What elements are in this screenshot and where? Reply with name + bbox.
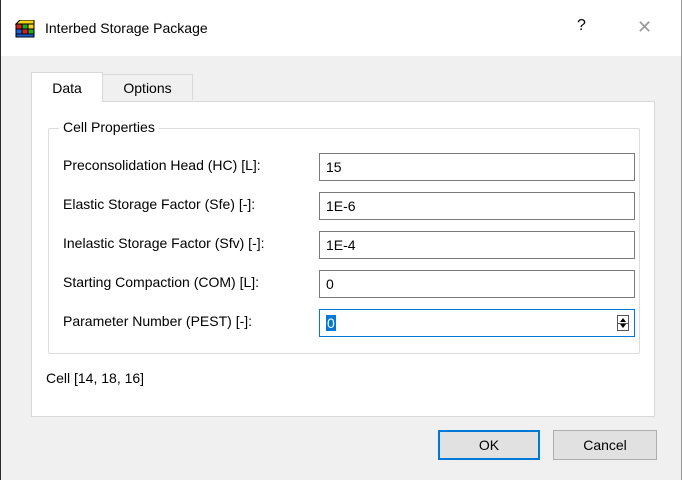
inelastic-storage-factor-value: 1E-4 <box>326 237 356 253</box>
elastic-storage-factor-value: 1E-6 <box>326 198 356 214</box>
elastic-storage-factor-label: Elastic Storage Factor (Sfe) [-]: <box>63 196 256 212</box>
close-button[interactable]: ✕ <box>637 17 652 38</box>
cancel-button[interactable]: Cancel <box>553 430 657 460</box>
starting-compaction-label: Starting Compaction (COM) [L]: <box>63 274 260 290</box>
preconsolidation-head-value: 15 <box>326 159 342 175</box>
window-title: Interbed Storage Package <box>45 20 208 36</box>
help-button[interactable]: ? <box>577 17 586 35</box>
parameter-number-label: Parameter Number (PEST) [-]: <box>63 313 253 329</box>
elastic-storage-factor-input[interactable]: 1E-6 <box>319 192 635 220</box>
stepper-spin-control[interactable] <box>617 315 629 331</box>
cell-location-label: Cell [14, 18, 16] <box>46 370 145 386</box>
inelastic-storage-factor-input[interactable]: 1E-4 <box>319 231 635 259</box>
title-bar[interactable]: Interbed Storage Package ? ✕ <box>1 0 681 56</box>
cell-properties-group: Cell Properties Preconsolidation Head (H… <box>48 119 640 354</box>
ok-button[interactable]: OK <box>438 430 540 460</box>
dialog-window: Interbed Storage Package ? ✕ Data Option… <box>0 0 682 480</box>
tab-options[interactable]: Options <box>103 74 193 100</box>
tab-data[interactable]: Data <box>31 72 103 102</box>
parameter-number-stepper[interactable]: 0 <box>319 309 635 337</box>
preconsolidation-head-input[interactable]: 15 <box>319 153 635 181</box>
data-tab-panel: Cell Properties Preconsolidation Head (H… <box>31 101 655 417</box>
preconsolidation-head-label: Preconsolidation Head (HC) [L]: <box>63 157 261 173</box>
app-grid-icon <box>15 20 35 38</box>
parameter-number-value: 0 <box>326 315 336 331</box>
group-title: Cell Properties <box>59 119 159 135</box>
spin-up-arrow-icon[interactable] <box>620 318 626 322</box>
starting-compaction-input[interactable]: 0 <box>319 270 635 298</box>
inelastic-storage-factor-label: Inelastic Storage Factor (Sfv) [-]: <box>63 235 265 251</box>
starting-compaction-value: 0 <box>326 276 334 292</box>
spin-down-arrow-icon[interactable] <box>620 324 626 328</box>
